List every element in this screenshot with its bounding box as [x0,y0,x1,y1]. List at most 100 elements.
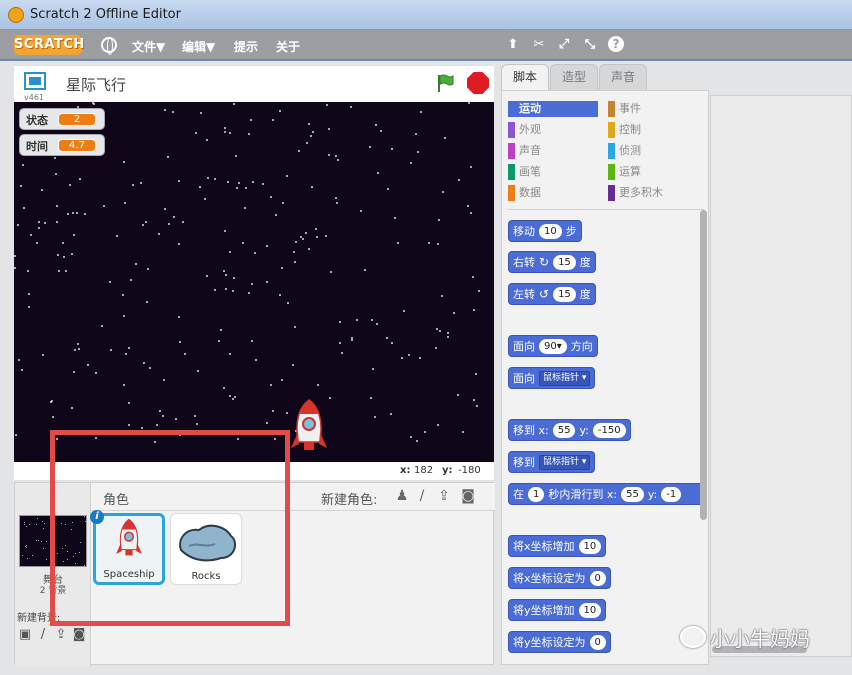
star [184,353,186,355]
scratch-logo[interactable]: SCRATCH [14,35,84,55]
menu-about[interactable]: 关于 [276,38,300,55]
block-input[interactable]: -150 [592,422,626,438]
scripts-area[interactable] [710,95,852,657]
block-move-steps[interactable]: 移动 10 步 [508,220,582,242]
star [475,373,477,375]
star [252,181,254,183]
star [397,242,399,244]
star [224,131,226,133]
sprite-library-icon[interactable]: ♟ [393,488,411,504]
paint-sprite-icon[interactable]: / [413,488,431,504]
paint-backdrop-icon[interactable]: / [35,627,51,642]
project-title[interactable]: 星际飞行 [66,74,126,95]
stop-icon[interactable] [467,72,489,94]
camera-sprite-icon[interactable]: ◙ [459,488,477,504]
category-pen[interactable]: 画笔 [508,164,598,180]
delete-icon[interactable]: ✂ [531,38,547,52]
block-input[interactable]: 90▾ [539,338,567,354]
block-input[interactable]: 0 [589,570,606,586]
block-change-y[interactable]: 将y坐标增加 10 [508,599,607,621]
star [15,434,17,436]
star [394,217,396,219]
category-more-blocks[interactable]: 更多积木 [608,185,698,201]
block-change-x[interactable]: 将x坐标增加 10 [508,535,607,557]
star [87,364,89,366]
star [123,315,125,317]
category-control[interactable]: 控制 [608,122,698,138]
star [428,242,430,244]
tab-scripts[interactable]: 脚本 [501,64,549,91]
menu-tips[interactable]: 提示 [234,38,258,55]
star [416,440,418,442]
star [179,341,181,343]
block-input[interactable]: 10 [578,602,602,618]
block-dropdown[interactable]: 鼠标指针 ▾ [539,370,591,386]
category-sensing[interactable]: 侦测 [608,143,698,159]
star [110,349,112,351]
star [128,424,130,426]
star [335,155,337,157]
block-goto-xy[interactable]: 移到 x: 55 y: -150 [508,419,631,441]
block-input[interactable]: 10 [539,223,562,239]
upload-backdrop-icon[interactable]: ⇪ [53,627,69,642]
category-events[interactable]: 事件 [608,101,698,117]
star [62,242,64,244]
block-input[interactable]: 10 [578,538,602,554]
block-input[interactable]: 15 [553,286,576,302]
star [282,202,284,204]
upload-sprite-icon[interactable]: ⇪ [435,488,453,504]
spaceship-sprite[interactable] [290,398,328,462]
star [435,347,437,349]
star [56,205,58,207]
stage-canvas[interactable]: 状态 2 时间 4.7 [14,102,494,462]
block-set-y[interactable]: 将y坐标设定为 0 [508,631,611,653]
watermark-text: 小小牛妈妈 [710,626,810,651]
block-turn-right[interactable]: 右转 ↻ 15 度 [508,251,596,273]
block-input[interactable]: 55 [552,422,576,438]
shrink-icon[interactable]: ⤡ [582,38,598,52]
star [197,370,199,372]
fullscreen-icon[interactable] [24,72,46,90]
variable-monitor-status[interactable]: 状态 2 [19,108,105,130]
variable-monitor-time[interactable]: 时间 4.7 [19,134,105,156]
block-glide[interactable]: 在 1 秒内滑行到 x: 55 y: -1 [508,483,704,505]
category-motion[interactable]: 运动 [508,101,598,117]
block-goto[interactable]: 移到 鼠标指针 ▾ [508,451,596,473]
category-operators[interactable]: 运算 [608,164,698,180]
block-turn-left[interactable]: 左转 ↺ 15 度 [508,283,596,305]
menu-file[interactable]: 文件▼ [132,38,165,55]
category-swatch [508,164,515,180]
green-flag-icon[interactable] [435,73,455,93]
star [380,130,382,132]
camera-backdrop-icon[interactable]: ◙ [71,627,87,642]
star [37,518,38,519]
duplicate-icon[interactable]: ⬆ [505,38,521,52]
block-point-towards[interactable]: 面向 鼠标指针 ▾ [508,367,596,389]
category-data[interactable]: 数据 [508,185,598,201]
category-sound[interactable]: 声音 [508,143,598,159]
block-input[interactable]: 55 [621,486,644,502]
block-input[interactable]: 15 [553,254,576,270]
category-looks[interactable]: 外观 [508,122,598,138]
star [419,357,421,359]
star [46,559,47,560]
block-input[interactable]: -1 [661,486,682,502]
block-set-x[interactable]: 将x坐标设定为 0 [508,567,611,589]
block-input[interactable]: 1 [528,486,545,502]
menu-edit[interactable]: 编辑▼ [182,38,215,55]
help-icon[interactable]: ? [608,36,624,52]
star [22,164,24,166]
language-globe-icon[interactable] [101,37,117,55]
block-dropdown[interactable]: 鼠标指针 ▾ [539,454,591,470]
palette-scrollbar[interactable] [700,210,707,520]
star [164,208,166,210]
tab-sounds[interactable]: 声音 [599,64,647,91]
monitor-value: 2 [58,113,96,126]
block-input[interactable]: 0 [589,634,606,650]
star [473,399,475,401]
grow-icon[interactable]: ⤢ [556,38,572,52]
star [302,238,304,240]
tab-costumes[interactable]: 造型 [550,64,598,91]
backdrop-library-icon[interactable]: ▣ [17,627,33,642]
block-point-direction[interactable]: 面向 90▾ 方向 [508,335,598,357]
